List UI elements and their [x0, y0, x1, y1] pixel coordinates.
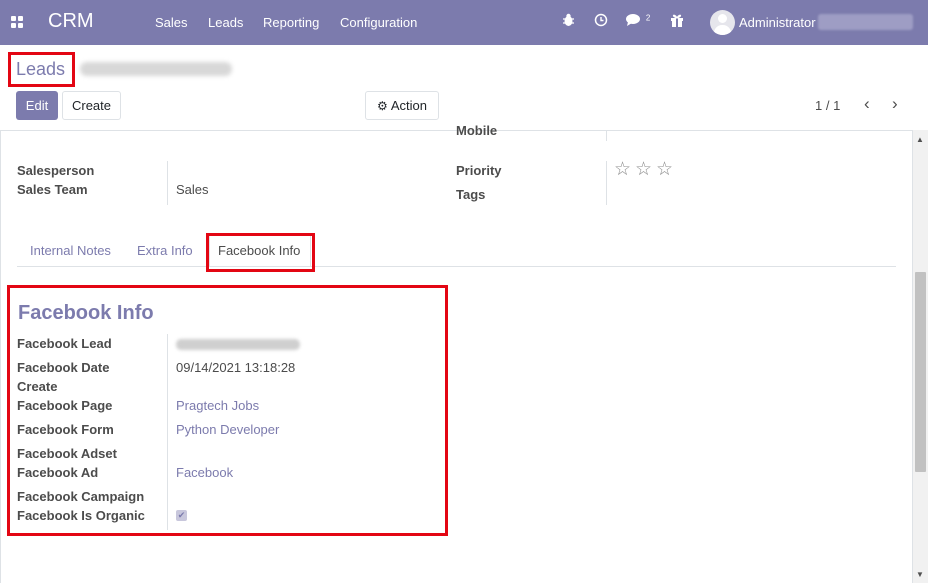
action-label: Action	[390, 98, 427, 113]
pager-next-icon[interactable]: ›	[892, 94, 898, 114]
field-separator	[606, 161, 607, 205]
field-separator	[167, 334, 168, 530]
facebook-ad-label: Facebook Ad	[17, 465, 99, 480]
priority-star-icon[interactable]: ☆	[656, 158, 673, 181]
facebook-form-link[interactable]: Python Developer	[176, 422, 279, 437]
user-name[interactable]: Administrator	[739, 15, 816, 30]
chat-icon[interactable]: 2	[626, 13, 650, 29]
tab-internal-notes[interactable]: Internal Notes	[30, 243, 111, 258]
facebook-adset-label: Facebook Adset	[17, 446, 117, 461]
edit-button[interactable]: Edit	[16, 91, 58, 120]
facebook-date-value: 09/14/2021 13:18:28	[176, 360, 296, 375]
mobile-separator	[606, 131, 607, 141]
scroll-down-icon[interactable]: ▼	[916, 570, 924, 579]
facebook-info-title: Facebook Info	[18, 302, 154, 324]
clock-icon[interactable]	[594, 13, 608, 30]
pager-value[interactable]: 1 / 1	[815, 98, 840, 113]
menu-reporting[interactable]: Reporting	[263, 15, 319, 30]
top-navbar: CRM Sales Leads Reporting Configuration …	[0, 0, 928, 45]
salesperson-label: Salesperson	[17, 163, 95, 178]
facebook-page-label: Facebook Page	[17, 398, 113, 413]
facebook-page-link[interactable]: Pragtech Jobs	[176, 398, 259, 413]
redacted-record-name	[80, 62, 232, 76]
facebook-is-organic-checkbox[interactable]: ✔	[176, 510, 187, 521]
facebook-is-organic-label: Facebook Is Organic	[17, 508, 145, 523]
tags-label: Tags	[456, 187, 486, 202]
sales-team-value[interactable]: Sales	[176, 182, 209, 197]
scroll-up-icon[interactable]: ▲	[916, 135, 924, 144]
bug-icon[interactable]	[562, 13, 575, 30]
gift-icon[interactable]	[670, 13, 684, 30]
facebook-form-label: Facebook Form	[17, 422, 114, 437]
priority-star-icon[interactable]: ☆	[635, 158, 652, 181]
facebook-date-label: Facebook Date	[17, 360, 110, 375]
sales-team-label: Sales Team	[17, 182, 88, 197]
menu-sales[interactable]: Sales	[155, 15, 188, 30]
facebook-ad-link[interactable]: Facebook	[176, 465, 233, 480]
tab-extra-info[interactable]: Extra Info	[137, 243, 193, 258]
chat-count-badge: 2	[645, 13, 651, 23]
gear-icon: ⚙	[377, 98, 388, 113]
facebook-campaign-label: Facebook Campaign	[17, 489, 145, 504]
tabs-underline	[17, 266, 896, 267]
redacted-database-name	[818, 14, 913, 30]
menu-configuration[interactable]: Configuration	[340, 15, 417, 30]
tab-facebook-info[interactable]: Facebook Info	[218, 243, 300, 258]
user-avatar[interactable]	[710, 10, 735, 35]
pager-prev-icon[interactable]: ‹	[864, 94, 870, 114]
facebook-lead-label: Facebook Lead	[17, 336, 112, 351]
action-button[interactable]: ⚙ Action	[365, 91, 439, 120]
priority-label: Priority	[456, 163, 502, 178]
sheet-left-border	[0, 130, 1, 583]
scrollbar-thumb[interactable]	[915, 272, 926, 472]
facebook-date-label-2: Create	[17, 379, 58, 394]
app-name[interactable]: CRM	[48, 10, 94, 33]
apps-grid-icon[interactable]	[11, 16, 23, 28]
mobile-label: Mobile	[456, 125, 498, 138]
priority-star-icon[interactable]: ☆	[614, 158, 631, 181]
menu-leads[interactable]: Leads	[208, 15, 243, 30]
breadcrumb-leads[interactable]: Leads	[16, 59, 65, 80]
field-separator	[167, 161, 168, 205]
redacted-facebook-lead	[176, 339, 300, 350]
create-button[interactable]: Create	[62, 91, 121, 120]
